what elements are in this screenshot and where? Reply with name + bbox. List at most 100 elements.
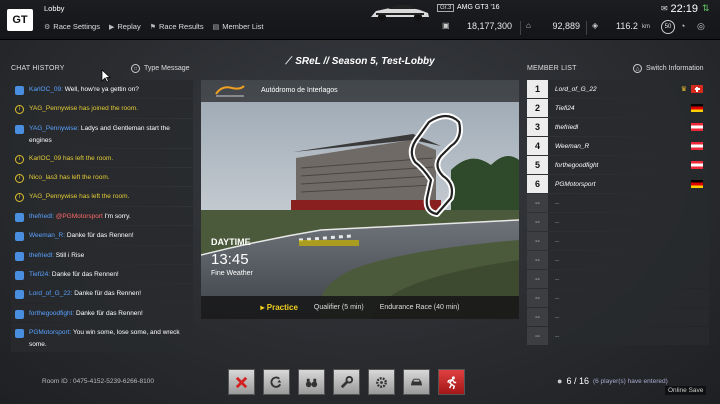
member-name: Tiefi24 (555, 104, 575, 112)
track-name: Autódromo de Interlagos (261, 87, 338, 94)
nav-label: Race Results (159, 22, 204, 31)
mileage-icon: ⌂ (526, 21, 531, 30)
member-row[interactable]: 4 Weeman_R (527, 137, 709, 155)
member-row[interactable]: 5 forthegoodfight (527, 156, 709, 174)
connection-icon: ⇅ (702, 3, 710, 13)
member-slot-number: -- (527, 232, 548, 250)
credits-stat: ▣ (442, 21, 450, 30)
member-row[interactable]: 6 PGMotorsport (527, 175, 709, 193)
message-text: YAG_Pennywise has left the room. (29, 193, 130, 201)
car-icon (410, 378, 423, 385)
player-count: ● 6 / 16 (6 player(s) have entered) (557, 376, 668, 386)
message-author: Tiefi24: (29, 271, 51, 279)
replay-icon: ▶ (108, 23, 115, 31)
message-body: thefriedl: @PGMotorsport I'm sorry. (29, 211, 131, 223)
action-toolbar (228, 369, 465, 395)
host-crown-icon: ♛ (680, 86, 687, 93)
message-body: PGMotorsport: You win some, lose some, a… (29, 327, 189, 351)
speech-bubble-icon (15, 271, 24, 281)
chat-message: Lord_of_G_22: Danke für das Rennen! (11, 284, 193, 303)
message-author: YAG_Pennywise: (29, 124, 80, 132)
car-name: AMG GT3 '16 (457, 4, 500, 11)
nav-label: Replay (117, 22, 141, 31)
odometer-icon: ◈ (592, 21, 599, 30)
player-count-sub: (6 player(s) have entered) (592, 377, 668, 385)
mail-icon[interactable]: ✉ (661, 4, 668, 13)
page-title: Lobby (44, 4, 65, 13)
message-body: Tiefi24: Danke für das Rennen! (29, 269, 119, 281)
person-icon: ● (557, 376, 563, 386)
system-message: i KarlOC_09 has left the room. (11, 148, 193, 168)
wrench-icon (340, 375, 354, 388)
member-list[interactable]: 1 Lord_of_G_22 ♛ 2 Tiefi24 3 thefriedl 4 Weeman_… (527, 80, 709, 352)
session-label: Qualifier (5 min) (313, 304, 364, 311)
enter-race-button[interactable] (438, 369, 465, 395)
member-name: -- (555, 332, 560, 340)
country-flag-icon (691, 85, 703, 93)
message-author: PGMotorsport: (29, 329, 72, 337)
message-mention: @PGMotorsport (55, 212, 103, 220)
settings-button[interactable] (368, 369, 395, 395)
leave-lobby-button[interactable] (228, 369, 255, 395)
chat-history-label: CHAT HISTORY (11, 65, 65, 72)
mouse-cursor-icon (101, 69, 111, 83)
message-body: thefriedl: Still i Rise (29, 250, 84, 262)
car-select-button[interactable] (403, 369, 430, 395)
track-title-bar: Autódromo de Interlagos (201, 80, 519, 102)
divider (586, 21, 587, 35)
spectate-button[interactable] (298, 369, 325, 395)
weather-label: Fine Weather (211, 270, 253, 277)
close-icon (235, 376, 248, 388)
chat-history[interactable]: KarlOC_09: Well, how're ya gettin on? i YA… (11, 80, 193, 353)
car-thumbnail[interactable] (368, 1, 432, 23)
square-button-icon: □ (131, 64, 140, 73)
nav-member-list[interactable]: ▤ Member List (213, 22, 264, 31)
flag-icon: ⚑ (149, 23, 157, 31)
nav-label: Race Settings (53, 22, 100, 31)
member-slot-number: 6 (527, 175, 548, 193)
chat-message: thefriedl: @PGMotorsport I'm sorry. (11, 206, 193, 226)
nav-race-results[interactable]: ⚑ Race Results (150, 22, 204, 31)
member-name: thefriedl (555, 123, 579, 131)
member-row[interactable]: 2 Tiefi24 (527, 99, 709, 117)
member-name: -- (555, 294, 560, 302)
member-name: -- (555, 218, 560, 226)
member-row-empty: -- -- (527, 289, 709, 307)
message-author: thefriedl: (29, 212, 54, 220)
type-message-button[interactable]: □ Type Message (131, 64, 190, 73)
room-id: Room ID : 0475-4152-5239-6266-8100 (42, 378, 155, 385)
daytime-label: DAYTIME (211, 237, 251, 247)
message-text: Danke für das Rennen! (51, 271, 119, 279)
message-text: YAG_Pennywise has joined the room. (29, 105, 138, 113)
member-name: Weeman_R (555, 142, 590, 150)
member-row-empty: -- -- (527, 213, 709, 231)
member-slot-number: -- (527, 308, 548, 326)
member-name: forthegoodfight (555, 161, 599, 169)
nav-replay[interactable]: ▶ Replay (109, 22, 141, 31)
member-slot-number: -- (527, 213, 548, 231)
nav-race-settings[interactable]: ⚙ Race Settings (44, 22, 100, 31)
chat-message: YAG_Pennywise: Ladys and Gentleman start… (11, 118, 193, 148)
session-qualifier[interactable]: Qualifier (5 min) (314, 304, 364, 311)
lobby-name-text: SReL // Season 5, Test-Lobby (295, 56, 435, 67)
triangle-button-icon: △ (633, 64, 642, 73)
member-row[interactable]: 1 Lord_of_G_22 ♛ (527, 80, 709, 98)
track-photo (201, 80, 519, 319)
return-button[interactable] (263, 369, 290, 395)
member-row[interactable]: 3 thefriedl (527, 118, 709, 136)
member-row-empty: -- -- (527, 270, 709, 288)
member-row-empty: -- -- (527, 327, 709, 345)
tuning-button[interactable] (333, 369, 360, 395)
session-practice[interactable]: ▸ Practice (261, 303, 298, 312)
session-label: Practice (266, 303, 298, 312)
message-text: KarlOC_09 has left the room. (29, 154, 114, 162)
member-slot-number: 2 (527, 99, 548, 117)
lobby-logo-icon: ⟋ (285, 56, 293, 67)
message-body: Weeman_R: Danke für das Rennen! (29, 230, 134, 242)
member-name: Lord_of_G_22 (555, 85, 597, 93)
session-bar: ▸ Practice Qualifier (5 min) Endurance R… (201, 296, 519, 319)
system-message: i Nico_las3 has left the room. (11, 168, 193, 187)
chat-message: thefriedl: Still i Rise (11, 245, 193, 265)
session-race[interactable]: Endurance Race (40 min) (380, 304, 460, 311)
switch-information-button[interactable]: △ Switch Information (633, 64, 704, 73)
